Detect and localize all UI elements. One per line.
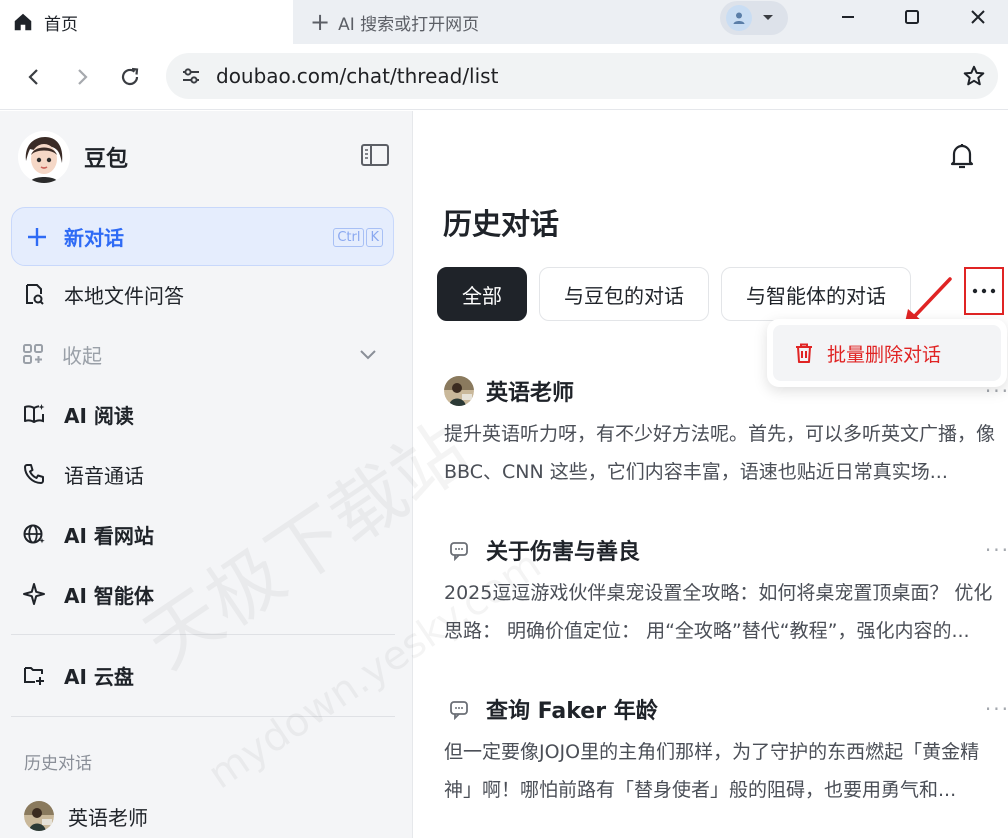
sidebar-item-label: 本地文件问答 (64, 283, 184, 308)
page-title: 历史对话 (443, 207, 560, 241)
batch-delete-menu-item[interactable]: 批量删除对话 (773, 325, 1001, 381)
sidebar-item-ai-website[interactable]: AI 看网站 (22, 514, 392, 554)
new-tab-label: AI 搜索或打开网页 (338, 14, 480, 35)
grid-apps-icon (23, 344, 43, 364)
main-panel: 历史对话 全部 与豆包的对话 与智能体的对话 英语老师 ··· 提升英语听力呀，… (414, 111, 1008, 838)
chat-bubble-icon (444, 535, 474, 565)
conversation-preview: 提升英语听力呀，有不少好方法呢。首先，可以多听英文广播，像 BBC、CNN 这些… (444, 423, 996, 483)
minimize-icon (842, 16, 854, 18)
conversation-more-icon[interactable]: ··· (985, 538, 1008, 562)
more-options-button[interactable] (964, 267, 1004, 315)
sparkle-icon (23, 583, 45, 605)
new-chat-button[interactable]: 新对话 Ctrl K (11, 207, 394, 266)
profile-button[interactable] (720, 1, 788, 35)
url-omnibox[interactable] (166, 53, 998, 99)
file-search-icon (26, 284, 44, 305)
tab-home[interactable]: 首页 (0, 0, 293, 44)
globe-icon (23, 524, 45, 544)
forward-button[interactable] (66, 61, 98, 93)
conversation-item[interactable]: 查询 Faker 年龄 ··· 但一定要像JOJO里的主角们那样，为了守护的东西… (444, 691, 1008, 809)
new-tab-button[interactable]: + AI 搜索或打开网页 (310, 0, 479, 44)
agent-avatar-icon (444, 376, 474, 406)
bell-icon (950, 144, 974, 169)
address-bar (0, 44, 1008, 110)
brand[interactable]: 豆包 (18, 131, 128, 183)
sidebar-history-item[interactable]: 英语老师 (24, 801, 148, 831)
maximize-icon (905, 10, 919, 24)
site-settings-icon[interactable] (180, 65, 202, 87)
sidebar-toggle-icon (361, 144, 389, 166)
sidebar-item-ai-reading[interactable]: AI 阅读 (22, 394, 392, 434)
chevron-down-icon (360, 350, 376, 360)
sidebar-item-collapse-group[interactable]: 收起 (22, 334, 392, 374)
sidebar-item-label: AI 看网站 (64, 523, 154, 548)
sidebar-item-ai-agent[interactable]: AI 智能体 (22, 574, 392, 614)
agent-avatar-icon (24, 801, 54, 831)
user-avatar-icon (726, 5, 752, 31)
chevron-down-icon (763, 15, 773, 20)
browser-tab-bar: 首页 + AI 搜索或打开网页 (0, 0, 1008, 44)
close-icon (971, 10, 985, 24)
sidebar-item-label: 语音通话 (64, 463, 144, 488)
more-options-menu: 批量删除对话 (767, 319, 1007, 387)
ellipsis-icon (972, 288, 996, 294)
conversation-preview: 2025逗逗游戏伙伴桌宠设置全攻略：如何将桌宠置顶桌面？ 优化思路： 明确价值定… (444, 582, 993, 642)
shortcut-key: K (366, 228, 383, 247)
sidebar-divider (11, 634, 395, 635)
back-button[interactable] (18, 61, 50, 93)
conversation-title: 英语老师 (486, 381, 575, 406)
notification-button[interactable] (948, 141, 976, 175)
conversation-item[interactable]: 英语老师 ··· 提升英语听力呀，有不少好方法呢。首先，可以多听英文广播，像 B… (444, 373, 1008, 491)
conversation-title: 查询 Faker 年龄 (486, 699, 658, 724)
sidebar: 豆包 新对话 Ctrl K 本地文件问答 收起 AI 阅读 语音通话 AI 看网… (0, 111, 413, 838)
shortcut-key: Ctrl (333, 228, 365, 247)
history-section-title: 历史对话 (24, 754, 92, 774)
collapse-sidebar-button[interactable] (360, 143, 390, 171)
filter-tab-doubao[interactable]: 与豆包的对话 (539, 267, 709, 321)
shortcut-hint: Ctrl K (333, 228, 383, 247)
cloud-folder-icon (24, 667, 44, 685)
plus-icon (28, 227, 46, 246)
book-reading-icon (24, 404, 45, 423)
url-input[interactable] (216, 64, 916, 88)
sidebar-divider (11, 716, 395, 717)
history-item-label: 英语老师 (68, 805, 148, 830)
conversation-title: 关于伤害与善良 (486, 540, 641, 565)
sidebar-item-local-file-qa[interactable]: 本地文件问答 (22, 274, 392, 314)
doubao-avatar-icon (18, 131, 70, 183)
filter-tab-all[interactable]: 全部 (437, 267, 527, 321)
chat-bubble-icon (444, 694, 474, 724)
sidebar-item-label: AI 阅读 (64, 403, 134, 428)
brand-name: 豆包 (84, 147, 129, 172)
maximize-button[interactable] (882, 0, 942, 34)
conversation-item[interactable]: 关于伤害与善良 ··· 2025逗逗游戏伙伴桌宠设置全攻略：如何将桌宠置顶桌面？… (444, 532, 1008, 650)
conversation-more-icon[interactable]: ··· (985, 697, 1008, 721)
close-window-button[interactable] (948, 0, 1008, 34)
sidebar-item-label: AI 智能体 (64, 583, 154, 608)
tab-label: 首页 (44, 14, 78, 35)
phone-icon (24, 464, 44, 484)
new-chat-label: 新对话 (64, 226, 124, 250)
batch-delete-label: 批量删除对话 (827, 343, 942, 366)
sidebar-item-ai-cloud-drive[interactable]: AI 云盘 (22, 655, 392, 695)
arrow-left-icon (28, 69, 38, 85)
bookmark-star-icon[interactable] (962, 64, 986, 88)
home-icon (14, 13, 32, 31)
reload-button[interactable] (114, 61, 146, 93)
trash-icon (796, 343, 812, 363)
sidebar-item-voice-call[interactable]: 语音通话 (22, 454, 392, 494)
sidebar-item-label: 收起 (62, 343, 102, 368)
filter-tab-agent[interactable]: 与智能体的对话 (721, 267, 911, 321)
plus-icon: + (310, 8, 331, 36)
sidebar-item-label: AI 云盘 (64, 664, 134, 689)
filter-tabs: 全部 与豆包的对话 与智能体的对话 (437, 267, 911, 321)
conversation-preview: 但一定要像JOJO里的主角们那样，为了守护的东西燃起「黄金精神」啊！哪怕前路有「… (444, 741, 980, 801)
minimize-button[interactable] (818, 0, 878, 34)
reload-icon (121, 67, 139, 86)
arrow-right-icon (78, 69, 88, 85)
